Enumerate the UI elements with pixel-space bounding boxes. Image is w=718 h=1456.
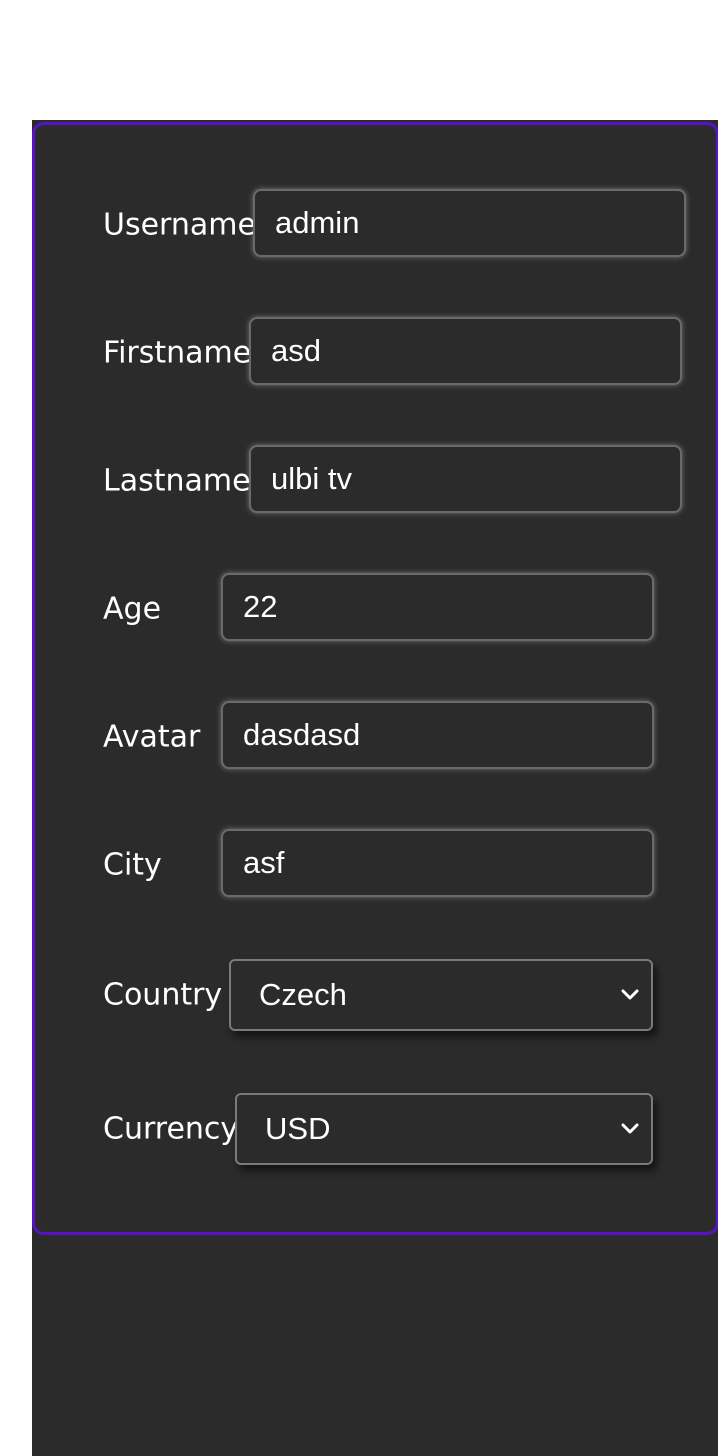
chevron-down-icon [619,984,641,1006]
username-row: Username [103,189,716,261]
city-row: City [103,829,716,901]
currency-label: Currency [103,1111,239,1147]
firstname-row: Firstname [103,317,716,389]
username-input[interactable] [253,189,686,257]
currency-selected-value: USD [265,1111,331,1146]
profile-card: Username Firstname Lastname Age Avatar C… [32,122,718,1235]
firstname-label: Firstname [103,335,252,371]
lastname-row: Lastname [103,445,716,517]
country-row: Country Czech [103,959,716,1031]
age-row: Age [103,573,716,645]
city-label: City [103,847,162,883]
lastname-label: Lastname [103,463,251,499]
currency-select[interactable]: USD [235,1093,653,1165]
avatar-input[interactable] [221,701,654,769]
avatar-label: Avatar [103,719,201,755]
country-selected-value: Czech [259,977,347,1012]
age-input[interactable] [221,573,654,641]
age-label: Age [103,591,162,627]
avatar-row: Avatar [103,701,716,773]
currency-row: Currency USD [103,1093,716,1165]
username-label: Username [103,207,256,243]
chevron-down-icon [619,1118,641,1140]
lastname-input[interactable] [249,445,682,513]
country-select[interactable]: Czech [229,959,653,1031]
firstname-input[interactable] [249,317,682,385]
country-label: Country [103,977,223,1013]
city-input[interactable] [221,829,654,897]
